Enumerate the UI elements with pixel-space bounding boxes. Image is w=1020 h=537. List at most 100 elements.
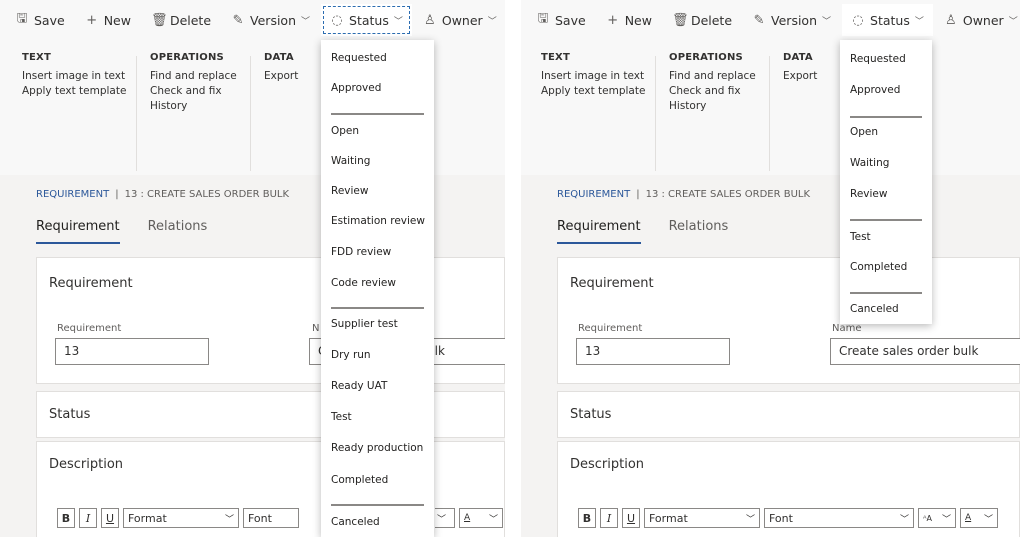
panel-gap xyxy=(505,0,521,537)
tab-requirement[interactable]: Requirement xyxy=(557,219,641,244)
tab-bar: Requirement Relations xyxy=(557,219,728,244)
status-option-dry-run[interactable]: Dry run xyxy=(331,349,371,361)
menu-divider xyxy=(850,219,922,221)
tab-relations[interactable]: Relations xyxy=(669,219,729,244)
status-option-requested[interactable]: Requested xyxy=(850,53,906,65)
breadcrumb-link[interactable]: REQUIREMENT xyxy=(557,189,630,200)
font-select[interactable]: Font ﹀ xyxy=(764,508,914,528)
owner-button[interactable]: ♙ Owner ﹀ xyxy=(414,4,505,36)
status-option-canceled[interactable]: Canceled xyxy=(850,303,899,315)
check-fix-button[interactable]: Check and fix xyxy=(150,84,237,99)
status-option-waiting[interactable]: Waiting xyxy=(331,155,370,167)
requirement-id-field[interactable]: 13 xyxy=(55,338,209,365)
status-option-code-review[interactable]: Code review xyxy=(331,277,396,289)
status-card[interactable]: Status xyxy=(36,391,505,438)
status-option-review[interactable]: Review xyxy=(331,185,368,197)
underline-button[interactable]: U xyxy=(622,508,640,528)
export-button[interactable]: Export xyxy=(783,69,817,84)
ribbon-group-data: DATA Export xyxy=(783,52,817,84)
status-option-open[interactable]: Open xyxy=(850,126,878,138)
font-color-button[interactable]: A ﹀ xyxy=(459,508,503,528)
status-option-ready-uat[interactable]: Ready UAT xyxy=(331,380,387,392)
insert-image-button[interactable]: Insert image in text xyxy=(541,69,645,84)
find-replace-button[interactable]: Find and replace xyxy=(150,69,237,84)
font-color-icon: A xyxy=(464,513,471,523)
status-ring-icon: ◌ xyxy=(331,12,343,28)
requirement-id-label: Requirement xyxy=(578,323,643,334)
status-button[interactable]: ◌ Status ﹀ xyxy=(842,4,933,36)
font-select[interactable]: Font xyxy=(243,508,299,528)
status-button[interactable]: ◌ Status ﹀ xyxy=(321,4,412,36)
ribbon-divider xyxy=(136,56,137,171)
format-select[interactable]: Format ﹀ xyxy=(644,508,760,528)
save-button[interactable]: 🖫 Save xyxy=(6,4,74,36)
card-title: Status xyxy=(570,407,612,422)
owner-button[interactable]: ♙ Owner ﹀ xyxy=(935,4,1020,36)
new-button[interactable]: + New xyxy=(76,4,140,36)
status-option-open[interactable]: Open xyxy=(331,125,359,137)
status-option-test[interactable]: Test xyxy=(850,231,871,243)
status-option-review[interactable]: Review xyxy=(850,188,887,200)
status-option-test[interactable]: Test xyxy=(331,411,352,423)
save-button[interactable]: 🖫 Save xyxy=(527,4,595,36)
plus-icon: + xyxy=(86,12,98,28)
history-button[interactable]: History xyxy=(150,99,237,114)
version-button[interactable]: ✎ Version ﹀ xyxy=(743,4,840,36)
description-card: Description B I U Format ﹀ Font ﹀ ᴬA ﹀ A ﹀ xyxy=(557,441,1020,537)
status-card[interactable]: Status xyxy=(557,391,1020,438)
ribbon-group-operations: OPERATIONS Find and replace Check and fi… xyxy=(669,52,756,114)
form-content: REQUIREMENT | 13 : CREATE SALES ORDER BULK… xyxy=(521,175,1020,537)
card-title: Status xyxy=(49,407,91,422)
requirement-id-field[interactable]: 13 xyxy=(576,338,730,365)
delete-button[interactable]: 🗑 Delete xyxy=(142,4,220,36)
new-button[interactable]: + New xyxy=(597,4,661,36)
trash-icon: 🗑 xyxy=(671,12,689,28)
edit-icon: ✎ xyxy=(232,12,244,28)
find-replace-button[interactable]: Find and replace xyxy=(669,69,756,84)
status-option-fdd-review[interactable]: FDD review xyxy=(331,246,391,258)
status-option-estimation-review[interactable]: Estimation review xyxy=(331,215,425,227)
left-panel: 🖫 Save + New 🗑 Delete ✎ Version ﹀ ◌ Status ﹀ ♙ O… xyxy=(0,0,505,537)
apply-template-button[interactable]: Apply text template xyxy=(541,84,645,99)
breadcrumb-link[interactable]: REQUIREMENT xyxy=(36,189,109,200)
tab-requirement[interactable]: Requirement xyxy=(36,219,120,244)
status-option-approved[interactable]: Approved xyxy=(850,84,900,96)
status-option-ready-production[interactable]: Ready production xyxy=(331,442,423,454)
status-dropdown: Requested Approved Open Waiting Review T… xyxy=(840,40,932,324)
person-icon: ♙ xyxy=(945,12,957,28)
status-option-requested[interactable]: Requested xyxy=(331,52,387,64)
requirement-card: Requirement Requirement 13 Name Create s… xyxy=(557,257,1020,384)
history-button[interactable]: History xyxy=(669,99,756,114)
breadcrumb: REQUIREMENT | 13 : CREATE SALES ORDER BULK xyxy=(36,189,289,200)
ribbon-group-heading: TEXT xyxy=(541,52,570,63)
format-select[interactable]: Format ﹀ xyxy=(123,508,239,528)
font-size-button[interactable]: ᴬA ﹀ xyxy=(918,508,956,528)
italic-button[interactable]: I xyxy=(600,508,618,528)
status-option-waiting[interactable]: Waiting xyxy=(850,157,889,169)
chevron-down-icon[interactable]: ﹀ xyxy=(435,508,455,528)
version-button[interactable]: ✎ Version ﹀ xyxy=(222,4,319,36)
status-option-approved[interactable]: Approved xyxy=(331,82,381,94)
check-fix-button[interactable]: Check and fix xyxy=(669,84,756,99)
bold-button[interactable]: B xyxy=(57,508,75,528)
status-option-canceled[interactable]: Canceled xyxy=(331,516,380,528)
description-card: Description B I U Format ﹀ Font ﹀ A ﹀ xyxy=(36,441,505,537)
italic-button[interactable]: I xyxy=(79,508,97,528)
name-label: N xyxy=(312,323,320,334)
card-title: Requirement xyxy=(49,276,133,291)
export-button[interactable]: Export xyxy=(264,69,298,84)
insert-image-button[interactable]: Insert image in text xyxy=(22,69,126,84)
underline-button[interactable]: U xyxy=(101,508,119,528)
delete-button[interactable]: 🗑 Delete xyxy=(663,4,741,36)
rich-text-toolbar: B I U Format ﹀ Font ﹀ ᴬA ﹀ A ﹀ xyxy=(578,508,998,528)
status-option-completed[interactable]: Completed xyxy=(331,474,388,486)
tab-relations[interactable]: Relations xyxy=(148,219,208,244)
chevron-down-icon: ﹀ xyxy=(914,16,924,27)
font-color-button[interactable]: A ﹀ xyxy=(960,508,998,528)
name-field[interactable]: Create sales order bulk xyxy=(830,338,1020,365)
status-option-completed[interactable]: Completed xyxy=(850,261,907,273)
menu-divider xyxy=(331,307,424,309)
status-option-supplier-test[interactable]: Supplier test xyxy=(331,318,398,330)
apply-template-button[interactable]: Apply text template xyxy=(22,84,126,99)
bold-button[interactable]: B xyxy=(578,508,596,528)
